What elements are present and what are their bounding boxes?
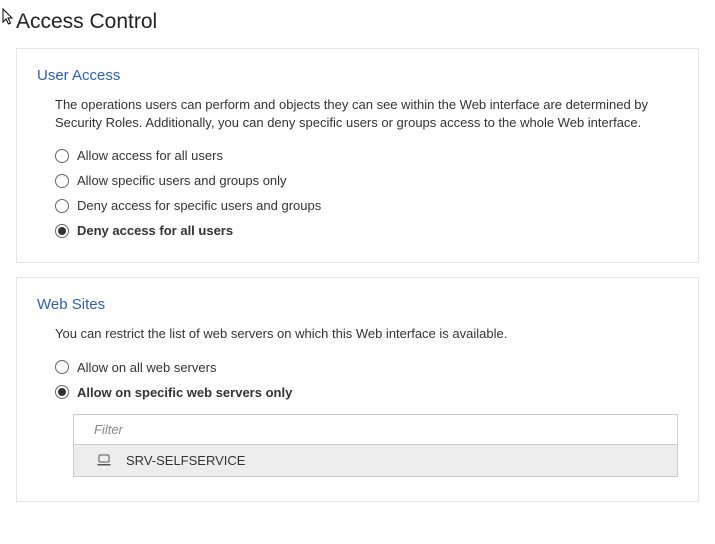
user-access-option-allow-specific[interactable]: Allow specific users and groups only — [55, 173, 678, 188]
radio-icon — [55, 224, 69, 238]
server-list-box: SRV-SELFSERVICE — [73, 414, 678, 477]
server-list-item[interactable]: SRV-SELFSERVICE — [74, 445, 677, 476]
radio-label: Allow specific users and groups only — [77, 173, 287, 188]
radio-label: Deny access for all users — [77, 223, 233, 238]
page-title: Access Control — [0, 0, 715, 48]
radio-label: Allow access for all users — [77, 148, 223, 163]
radio-icon — [55, 174, 69, 188]
web-sites-radio-group: Allow on all web servers Allow on specif… — [55, 360, 678, 400]
web-sites-option-allow-all[interactable]: Allow on all web servers — [55, 360, 678, 375]
user-access-description: The operations users can perform and obj… — [55, 96, 678, 132]
web-sites-title: Web Sites — [37, 296, 678, 313]
radio-icon — [55, 385, 69, 399]
radio-icon — [55, 199, 69, 213]
radio-label: Deny access for specific users and group… — [77, 198, 321, 213]
user-access-panel: User Access The operations users can per… — [16, 48, 699, 263]
user-access-title: User Access — [37, 67, 678, 84]
web-sites-description: You can restrict the list of web servers… — [55, 325, 678, 343]
user-access-option-allow-all[interactable]: Allow access for all users — [55, 148, 678, 163]
user-access-option-deny-all[interactable]: Deny access for all users — [55, 223, 678, 238]
radio-icon — [55, 360, 69, 374]
server-filter-input[interactable] — [74, 415, 677, 445]
user-access-radio-group: Allow access for all users Allow specifi… — [55, 148, 678, 238]
radio-icon — [55, 149, 69, 163]
web-sites-panel: Web Sites You can restrict the list of w… — [16, 277, 699, 501]
radio-label: Allow on all web servers — [77, 360, 216, 375]
server-name: SRV-SELFSERVICE — [126, 453, 245, 468]
web-sites-option-allow-specific[interactable]: Allow on specific web servers only — [55, 385, 678, 400]
radio-label: Allow on specific web servers only — [77, 385, 292, 400]
laptop-icon — [96, 454, 112, 466]
user-access-option-deny-specific[interactable]: Deny access for specific users and group… — [55, 198, 678, 213]
